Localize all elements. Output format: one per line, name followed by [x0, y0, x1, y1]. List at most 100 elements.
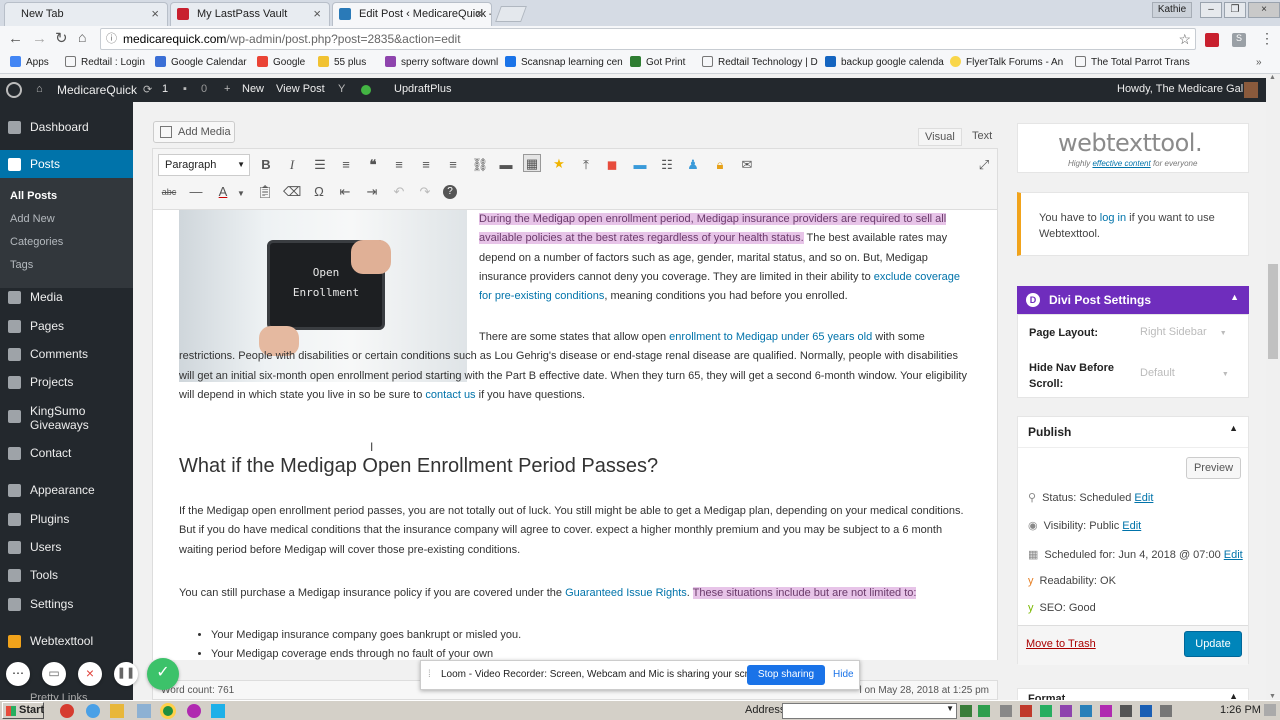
menu-plugins[interactable]: Plugins: [0, 505, 133, 533]
list-shortcode-icon[interactable]: ☷: [658, 156, 676, 174]
status-edit-link[interactable]: Edit: [1134, 492, 1153, 504]
menu-projects[interactable]: Projects: [0, 368, 133, 396]
redo-icon[interactable]: ↷: [416, 183, 434, 201]
menu-tools[interactable]: Tools: [0, 561, 133, 589]
stop-sharing-button[interactable]: Stop sharing: [747, 665, 825, 685]
home-icon[interactable]: ⌂: [78, 29, 86, 45]
bookmark-google-calendar[interactable]: Google Calendar: [155, 56, 247, 70]
update-button[interactable]: Update: [1184, 631, 1242, 657]
text-color-icon[interactable]: A: [214, 183, 232, 201]
bookmark-55plus[interactable]: 55 plus: [318, 56, 366, 70]
skype-icon[interactable]: [211, 704, 225, 718]
tray-icon[interactable]: [1060, 705, 1072, 717]
restore-icon[interactable]: ❐: [1224, 2, 1246, 18]
fullscreen-icon[interactable]: ⤢: [975, 156, 993, 174]
bookmark-gotprint[interactable]: Got Print: [630, 56, 685, 70]
new-tab-button[interactable]: [495, 6, 527, 22]
more-bookmarks-icon[interactable]: »: [1256, 56, 1262, 70]
bookmark-redtail-tech[interactable]: Redtail Technology | D: [702, 56, 818, 70]
numbered-list-icon[interactable]: ≡: [337, 156, 355, 174]
tray-icon[interactable]: [1020, 705, 1032, 717]
avatar[interactable]: [1244, 82, 1258, 98]
tray-icon[interactable]: [960, 705, 972, 717]
app-p-icon[interactable]: [187, 704, 201, 718]
tray-icon[interactable]: [1000, 705, 1012, 717]
back-icon[interactable]: ←: [8, 30, 23, 47]
updates-icon[interactable]: ⟳: [143, 83, 152, 96]
guaranteed-issue-link[interactable]: Guaranteed Issue Rights: [565, 587, 687, 599]
howdy-user[interactable]: Howdy, The Medicare Gal: [1117, 83, 1243, 95]
collapse-icon[interactable]: ▲: [1229, 423, 1238, 433]
opera-icon[interactable]: [60, 704, 74, 718]
bookmark-backup-calendar[interactable]: backup google calenda: [825, 56, 944, 70]
divi-settings-header[interactable]: D Divi Post Settings ▲: [1017, 286, 1249, 314]
bookmark-google[interactable]: Google: [257, 56, 305, 70]
menu-contact[interactable]: Contact: [0, 439, 133, 467]
volume-icon[interactable]: [1160, 705, 1172, 717]
close-icon[interactable]: ×: [475, 3, 483, 25]
explorer-icon[interactable]: [137, 704, 151, 718]
italic-icon[interactable]: I: [283, 156, 301, 174]
drag-handle-icon[interactable]: ⁞: [428, 661, 431, 689]
page-info-icon[interactable]: ⓘ: [106, 29, 117, 49]
menu-comments[interactable]: Comments: [0, 340, 133, 368]
scroll-down-icon[interactable]: ▼: [1269, 693, 1276, 700]
close-icon[interactable]: ×: [313, 3, 321, 25]
add-media-button[interactable]: Add Media: [153, 121, 235, 143]
submenu-tags[interactable]: Tags: [10, 259, 33, 271]
scroll-up-icon[interactable]: ▲: [1269, 74, 1276, 81]
align-center-icon[interactable]: ≡: [417, 156, 435, 174]
start-button[interactable]: Start: [2, 702, 44, 719]
tray-icon[interactable]: [1120, 705, 1132, 717]
outdent-icon[interactable]: ⇤: [336, 183, 354, 201]
editor-content[interactable]: Open Enrollment During the Medigap open …: [152, 210, 998, 660]
loom-cancel-icon[interactable]: ×: [78, 662, 102, 686]
tray-icon[interactable]: [1140, 705, 1152, 717]
person-icon[interactable]: ♟: [684, 156, 702, 174]
log-in-link[interactable]: log in: [1100, 212, 1126, 224]
strikethrough-icon[interactable]: abc: [160, 183, 178, 201]
bold-icon[interactable]: B: [257, 156, 275, 174]
bookmark-scansnap[interactable]: Scansnap learning cen: [505, 56, 623, 70]
page-scrollbar[interactable]: ▲ ▼: [1266, 74, 1280, 700]
page-layout-select[interactable]: Right Sidebar ▼: [1140, 326, 1227, 338]
loom-more-icon[interactable]: ⋯: [6, 662, 30, 686]
menu-settings[interactable]: Settings: [0, 590, 133, 618]
indent-icon[interactable]: ⇥: [363, 183, 381, 201]
link-icon[interactable]: ⛓: [471, 156, 489, 174]
ie-icon[interactable]: [86, 704, 100, 718]
profile-chip[interactable]: Kathie: [1152, 2, 1192, 18]
clear-formatting-icon[interactable]: ⌫: [283, 183, 301, 201]
paste-text-icon[interactable]: 📋︎: [256, 183, 274, 201]
insert-icon[interactable]: ⤒: [577, 156, 595, 174]
read-more-icon[interactable]: ▬: [497, 156, 515, 174]
collapse-icon[interactable]: ▲: [1230, 292, 1239, 302]
horizontal-line-icon[interactable]: —: [187, 183, 205, 201]
menu-pages[interactable]: Pages: [0, 312, 133, 340]
schedule-edit-link[interactable]: Edit: [1224, 549, 1243, 561]
close-icon[interactable]: ×: [151, 3, 159, 25]
submenu-all-posts[interactable]: All Posts: [10, 190, 57, 202]
bookmark-redtail[interactable]: Redtail : Login: [65, 56, 145, 70]
bookmark-sperry[interactable]: sperry software downl: [385, 56, 498, 70]
visibility-edit-link[interactable]: Edit: [1122, 520, 1141, 532]
tray-icon[interactable]: [978, 705, 990, 717]
tray-icon[interactable]: [1080, 705, 1092, 717]
tab-visual[interactable]: Visual: [918, 128, 962, 146]
show-desktop-icon[interactable]: [1264, 704, 1276, 716]
star-icon[interactable]: ★: [550, 155, 568, 173]
taskbar-address-input[interactable]: ▼: [782, 703, 957, 719]
loom-camera-icon[interactable]: ▭: [42, 662, 66, 686]
view-post-link[interactable]: View Post: [276, 83, 325, 95]
mail-icon[interactable]: ✉: [738, 156, 756, 174]
menu-appearance[interactable]: Appearance: [0, 476, 133, 504]
format-select[interactable]: Paragraph ▼: [158, 154, 250, 176]
address-bar[interactable]: ⓘ medicarequick.com/wp-admin/post.php?po…: [100, 28, 1196, 50]
loom-pause-icon[interactable]: ❚❚: [114, 662, 138, 686]
comments-count[interactable]: 0: [201, 83, 207, 95]
reload-icon[interactable]: ↻: [55, 29, 68, 47]
menu-webtexttool[interactable]: Webtexttool: [0, 627, 133, 655]
divi-shortcode-icon[interactable]: ◼: [603, 156, 621, 174]
undo-icon[interactable]: ↶: [390, 183, 408, 201]
loom-finish-icon[interactable]: ✓: [147, 658, 179, 690]
